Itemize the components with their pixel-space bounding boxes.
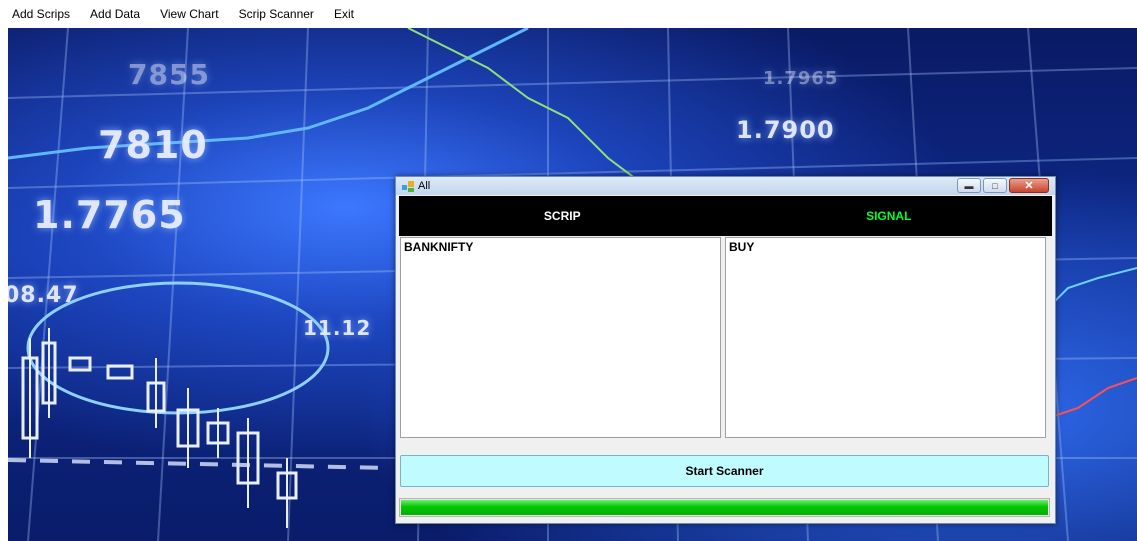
close-icon: ✕: [1024, 180, 1034, 192]
list-item[interactable]: BUY: [729, 240, 1042, 254]
column-header-signal: SIGNAL: [866, 209, 912, 223]
list-item[interactable]: BANKNIFTY: [404, 240, 717, 254]
scrip-list[interactable]: BANKNIFTY: [400, 237, 721, 438]
maximize-icon: □: [992, 180, 998, 191]
start-scanner-button[interactable]: Start Scanner: [400, 455, 1049, 487]
menu-exit[interactable]: Exit: [334, 7, 354, 21]
minimize-button[interactable]: ▬: [957, 178, 981, 193]
app-icon: [402, 180, 414, 192]
background-number: 1.7765: [33, 193, 186, 237]
background-number: 08.47: [8, 283, 79, 308]
menu-add-scrips[interactable]: Add Scrips: [12, 7, 70, 21]
signal-list[interactable]: BUY: [725, 237, 1046, 438]
background-number: 1.7900: [736, 116, 835, 144]
background-number: 7810: [98, 123, 208, 167]
menu-bar: Add Scrips Add Data View Chart Scrip Sca…: [0, 0, 1137, 28]
scanner-window: All ▬ □ ✕ SCRIP SIGNAL BANKNIFTY BUY Sta…: [395, 176, 1056, 524]
window-title: All: [418, 180, 431, 192]
minimize-icon: ▬: [964, 180, 974, 191]
background-number: 7855: [128, 58, 210, 91]
maximize-button[interactable]: □: [983, 178, 1007, 193]
column-header-scrip: SCRIP: [543, 209, 581, 223]
background-number: 1.7965: [763, 68, 839, 89]
menu-add-data[interactable]: Add Data: [90, 7, 140, 21]
menu-scrip-scanner[interactable]: Scrip Scanner: [239, 7, 314, 21]
close-button[interactable]: ✕: [1009, 178, 1049, 193]
background-number: 11.12: [303, 316, 372, 340]
results-header: SCRIP SIGNAL: [399, 196, 1052, 236]
window-titlebar[interactable]: All ▬ □ ✕: [396, 177, 1055, 195]
menu-view-chart[interactable]: View Chart: [160, 7, 218, 21]
progress-fill: [401, 500, 1048, 515]
scan-progress-bar: [399, 498, 1050, 517]
